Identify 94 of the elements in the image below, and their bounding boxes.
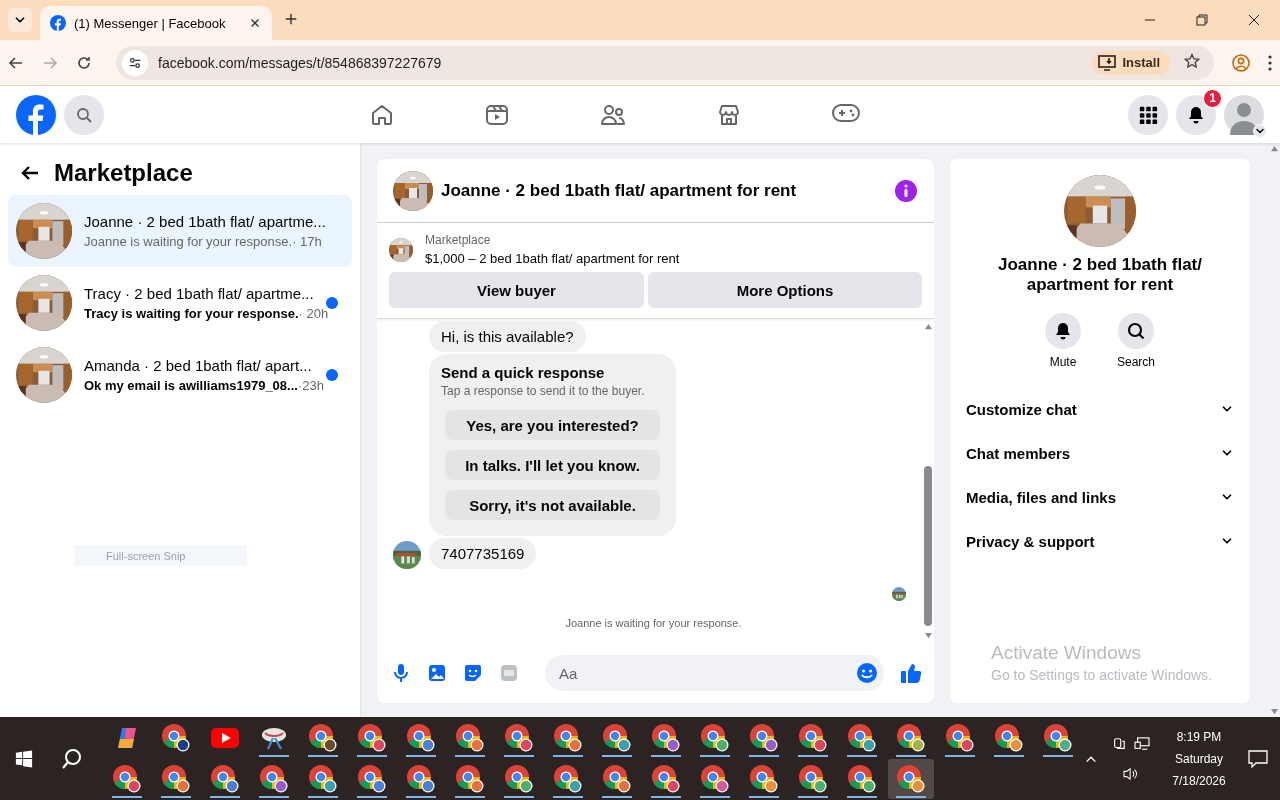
camera-mic-icon[interactable] — [1112, 736, 1126, 751]
quick-reply-button[interactable]: In talks. I'll let you know. — [445, 450, 660, 480]
message-field[interactable]: Aa — [545, 655, 884, 691]
details-section[interactable]: Chat members — [966, 431, 1234, 475]
more-vertical-icon[interactable] — [1268, 54, 1272, 71]
close-icon[interactable] — [1248, 14, 1260, 26]
page-title: Marketplace — [54, 159, 193, 187]
activation-text: Go to Settings to activate Windows. — [991, 667, 1212, 683]
listing-text: $1,000 – 2 bed 1bath flat/ apartment for rent — [425, 251, 680, 266]
video-icon[interactable] — [485, 102, 509, 127]
f-logo-icon[interactable] — [50, 15, 66, 31]
chat-status: Joanne is waiting for your response. — [564, 617, 743, 629]
sticker-icon[interactable] — [463, 663, 483, 683]
tab-search-button[interactable] — [8, 8, 32, 32]
message-bubble: 7407735169 — [429, 538, 537, 569]
conversation-title: Joanne · 2 bed 1bath flat/ apartme... — [84, 213, 327, 230]
snip-label: Full-screen Snip — [74, 545, 247, 566]
search-icon — [76, 106, 92, 123]
clock-date: 7/18/2026 — [1172, 773, 1226, 788]
tab-title: (1) Messenger | Facebook — [74, 15, 227, 31]
info-icon[interactable] — [894, 178, 918, 203]
search-icon[interactable] — [61, 747, 83, 770]
mute-button[interactable] — [1045, 313, 1081, 349]
menu-button[interactable] — [1128, 94, 1168, 135]
scroll-up-icon[interactable] — [1269, 145, 1279, 152]
notification-icon[interactable] — [1248, 749, 1268, 768]
message-preview: Joanne is waiting for your response. — [84, 234, 293, 249]
people-icon[interactable] — [600, 102, 626, 127]
windows-logo-icon[interactable] — [15, 749, 33, 768]
conversation-item[interactable]: Amanda · 2 bed 1bath flat/ apart... Ok my email is awilliams1979_08...·23h — [8, 339, 352, 411]
action-label: Mute — [1049, 355, 1077, 369]
conversation-item[interactable]: Tracy · 2 bed 1bath flat/ apartme... Tracy is waiting for your response.· 20h — [8, 267, 352, 339]
listing-action-button[interactable]: More Options — [648, 272, 922, 308]
bell-icon — [1186, 104, 1206, 125]
browser-tab[interactable]: (1) Messenger | Facebook — [40, 6, 272, 40]
notifications-button[interactable] — [1176, 94, 1216, 135]
quick-response-hint: Tap a response to send it to the buyer. — [441, 384, 646, 398]
message-bubble: Hi, is this available? — [429, 321, 586, 352]
speaker-icon[interactable] — [1123, 766, 1139, 781]
microphone-icon[interactable] — [391, 663, 411, 683]
star-icon[interactable] — [1184, 52, 1200, 69]
grid-menu-icon — [1138, 104, 1158, 125]
taskbar-button[interactable] — [888, 759, 934, 799]
back-arrow-icon[interactable] — [8, 54, 24, 71]
address-bar[interactable]: facebook.com/messages/t/854868397227679 Install — [116, 45, 1214, 80]
f-logo-icon[interactable] — [16, 94, 56, 135]
url-text: facebook.com/messages/t/854868397227679 — [158, 54, 443, 71]
details-section[interactable]: Privacy & support — [966, 519, 1234, 563]
plus-icon[interactable] — [284, 12, 298, 26]
quick-reply-button[interactable]: Yes, are you interested? — [445, 410, 660, 440]
home-icon[interactable] — [370, 102, 394, 127]
reload-icon[interactable] — [76, 54, 92, 71]
image-icon[interactable] — [427, 663, 447, 683]
clock-day: Saturday — [1175, 751, 1223, 766]
search-button[interactable] — [1118, 313, 1154, 349]
network-icon[interactable] — [1134, 736, 1150, 751]
conversation-title: Tracy · 2 bed 1bath flat/ apartme... — [84, 285, 314, 302]
notification-count: 1 — [1203, 88, 1222, 108]
message-preview: Ok my email is awilliams1979_08... — [84, 378, 298, 393]
scroll-down-icon[interactable] — [1269, 708, 1279, 715]
timestamp: · 17h — [292, 234, 322, 249]
quick-response-title: Send a quick response — [441, 364, 606, 381]
details-title: Joanne · 2 bed 1bath flat/ apartment for rent — [996, 255, 1203, 295]
storefront-icon[interactable] — [717, 102, 741, 127]
activation-title: Activate Windows — [991, 642, 1142, 664]
install-button[interactable]: Install — [1092, 50, 1170, 75]
message-preview: Tracy is waiting for your response. — [84, 306, 299, 321]
tune-icon[interactable] — [128, 55, 142, 70]
scroll-down-icon[interactable] — [923, 632, 933, 639]
account-circle-icon[interactable] — [1232, 53, 1250, 72]
message-input[interactable]: Aa — [557, 663, 856, 683]
restore-icon[interactable] — [1196, 14, 1208, 26]
details-section[interactable]: Media, files and links — [966, 475, 1234, 519]
monitor-download-icon — [1098, 54, 1117, 71]
search-icon — [1126, 321, 1146, 341]
details-section[interactable]: Customize chat — [966, 387, 1234, 431]
thumbs-up-icon[interactable] — [900, 662, 922, 684]
scroll-up-icon[interactable] — [923, 323, 933, 330]
chat-title: Joanne · 2 bed 1bath flat/ apartment for rent — [441, 180, 798, 201]
conversation-item[interactable]: Joanne · 2 bed 1bath flat/ apartme... Joanne is waiting for your response.· 17h — [8, 195, 352, 267]
scrollbar-thumb[interactable] — [924, 466, 932, 626]
timestamp: ·23h — [297, 378, 324, 393]
game-controller-icon[interactable] — [832, 102, 860, 123]
bell-icon — [1053, 321, 1073, 341]
profile-button[interactable] — [1224, 94, 1264, 135]
listing-action-button[interactable]: View buyer — [389, 272, 644, 308]
quick-reply-button[interactable]: Sorry, it's not available. — [445, 490, 660, 520]
clock-time: 8:19 PM — [1176, 729, 1222, 744]
conversation-title: Amanda · 2 bed 1bath flat/ apart... — [84, 357, 313, 374]
timestamp: · 20h — [298, 306, 329, 321]
video-play-icon — [211, 728, 239, 748]
listing-label: Marketplace — [425, 233, 492, 247]
action-label: Search — [1117, 355, 1155, 369]
emoji-icon[interactable] — [856, 662, 878, 684]
